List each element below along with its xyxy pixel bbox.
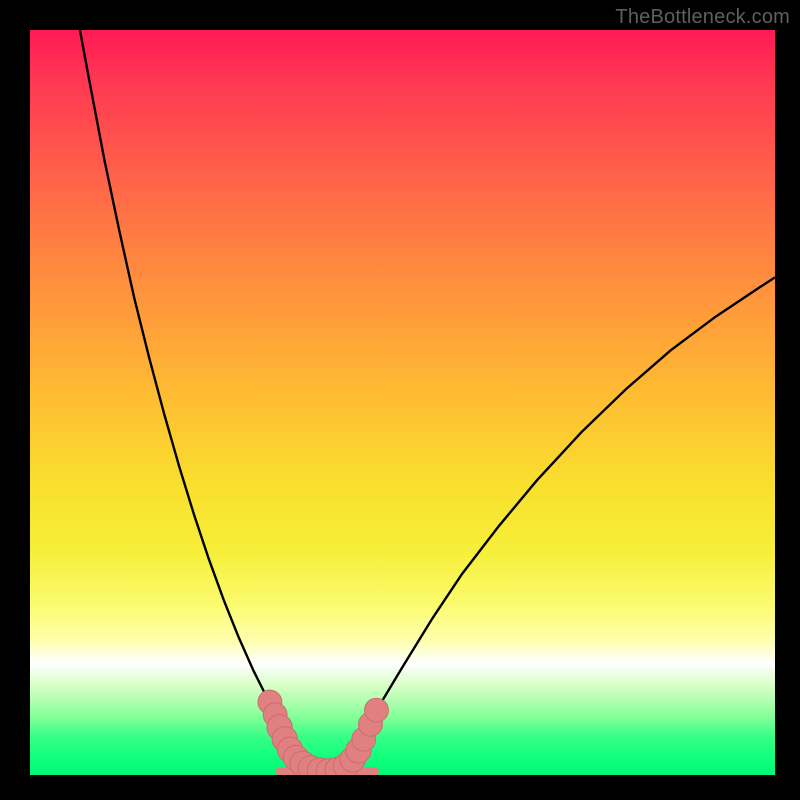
watermark-text: TheBottleneck.com <box>615 6 790 29</box>
chart-svg <box>30 30 775 775</box>
outer-frame: TheBottleneck.com <box>0 0 800 800</box>
left-curve <box>80 30 303 753</box>
curve-marker <box>365 698 389 722</box>
right-curve <box>351 277 775 752</box>
marker-group <box>258 690 388 775</box>
plot-area <box>30 30 775 775</box>
